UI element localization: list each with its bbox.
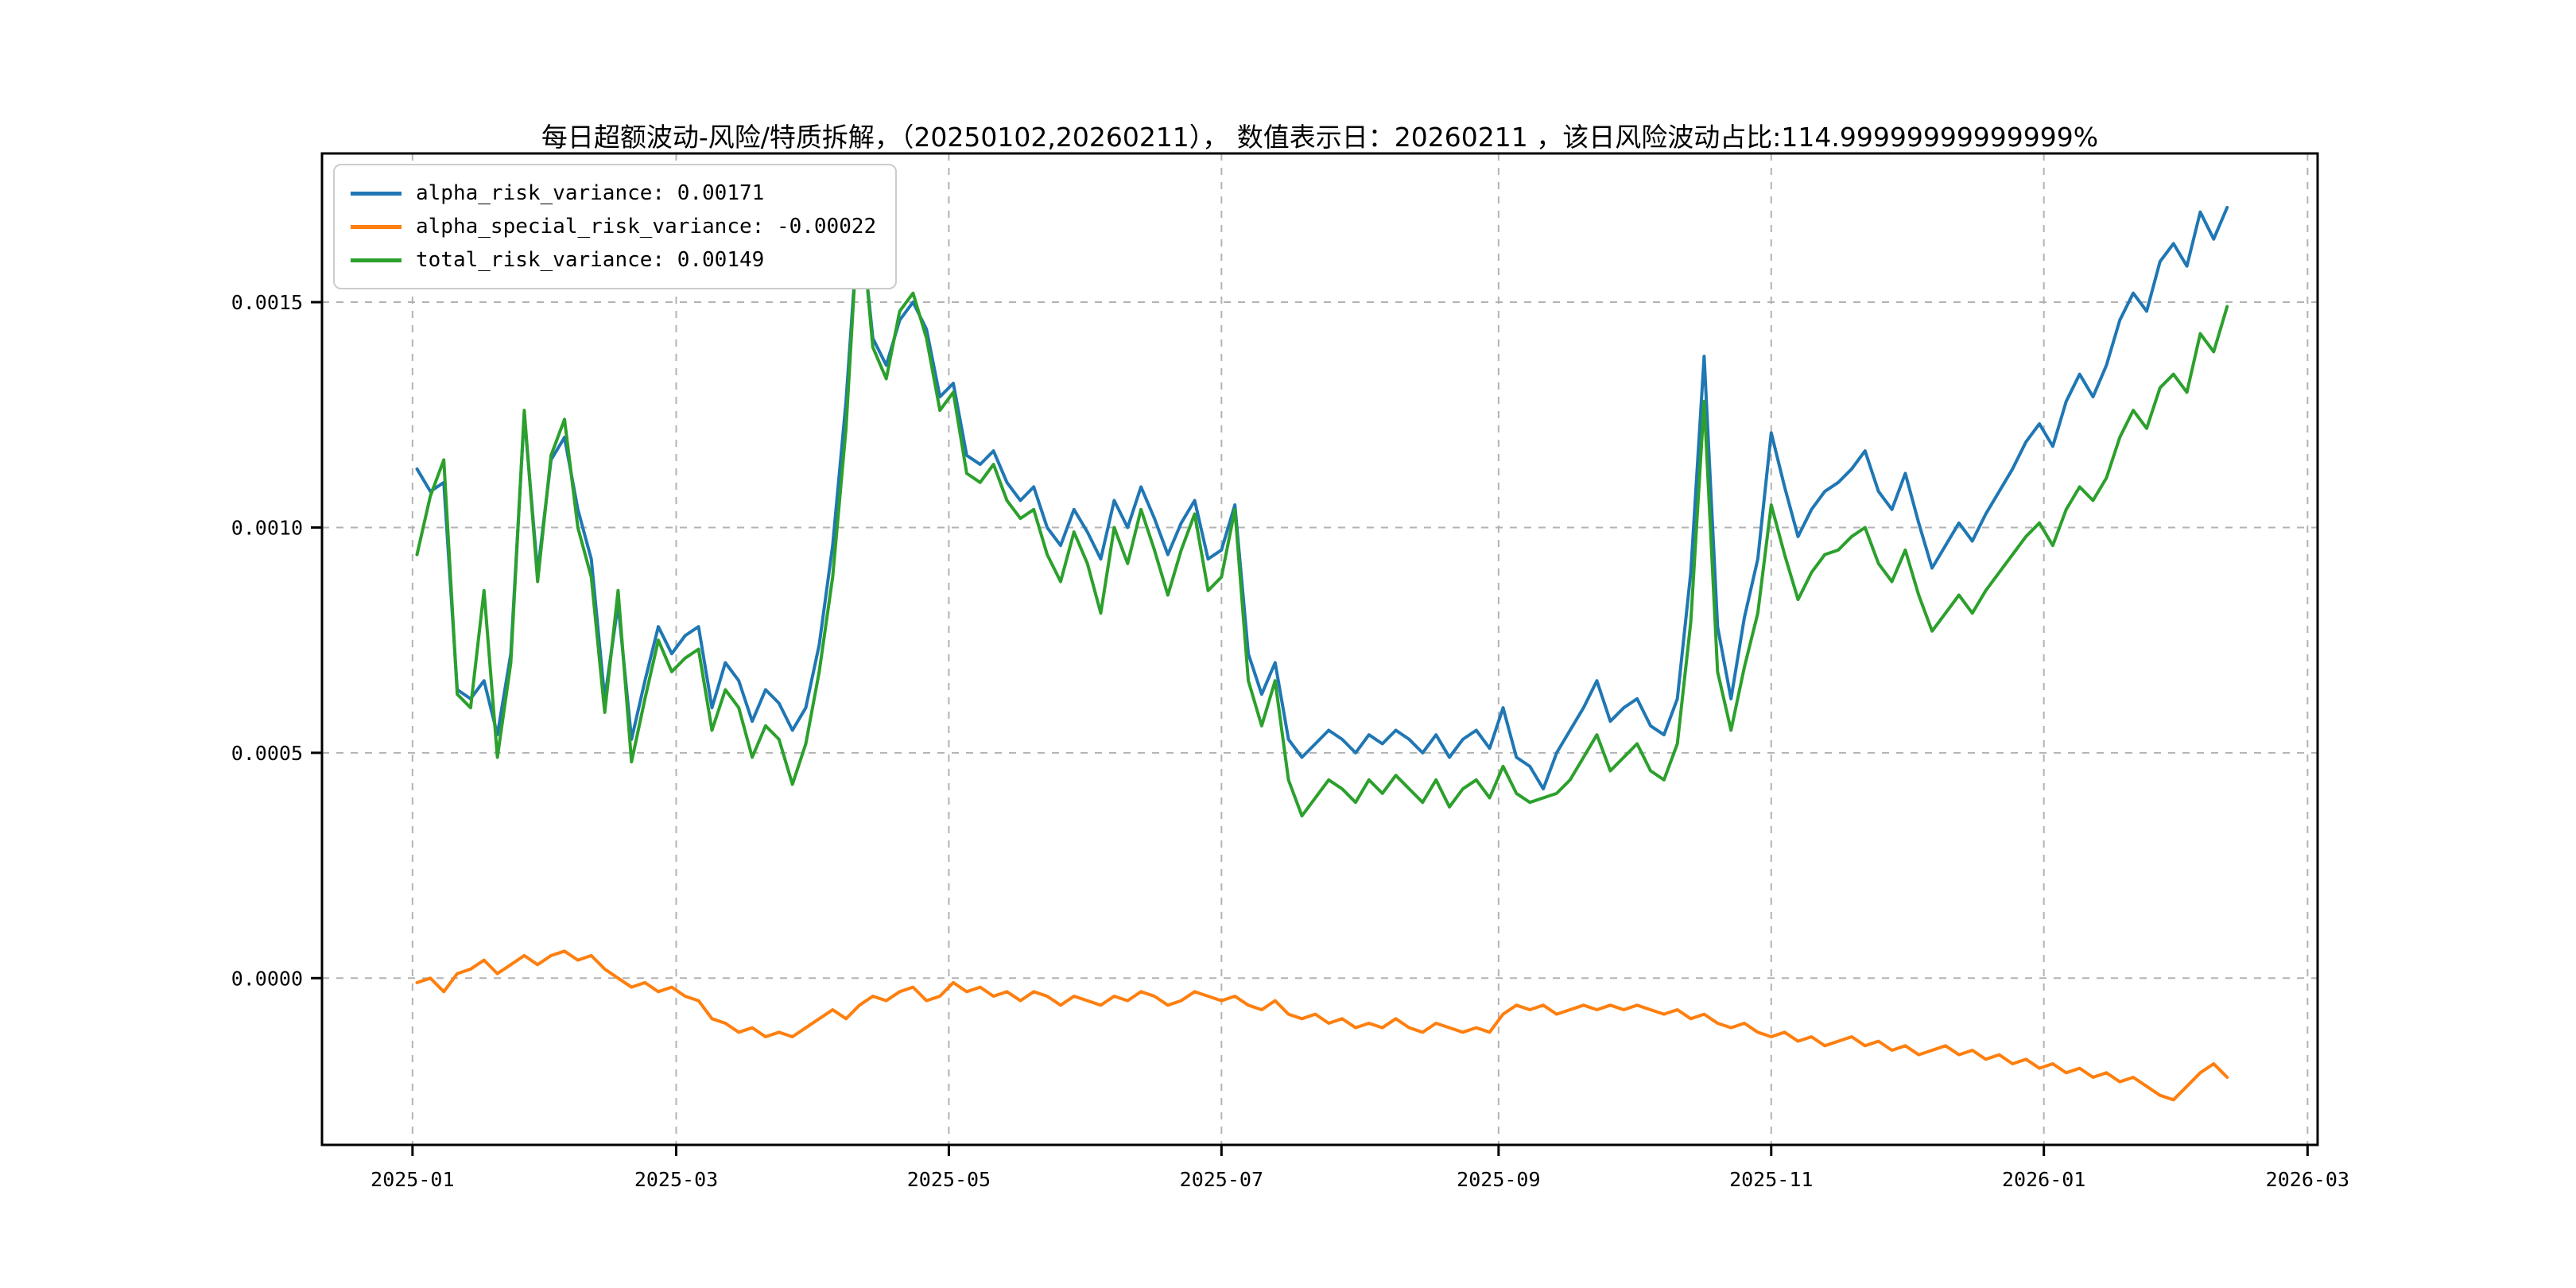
x-axis-tick-label: 2025-01 (370, 1168, 454, 1191)
x-axis-tick-label: 2025-03 (634, 1168, 718, 1191)
legend: alpha_risk_variance: 0.00171 alpha_speci… (333, 164, 897, 289)
y-axis-tick-label: 0.0015 (231, 291, 303, 314)
legend-label: total_risk_variance: 0.00149 (416, 248, 764, 272)
legend-line-swatch-green (351, 258, 402, 262)
chart-title: 每日超额波动-风险/特质拆解，（20250102,20260211）， 数值表示… (322, 116, 2318, 154)
legend-label: alpha_special_risk_variance: -0.00022 (416, 215, 876, 239)
x-axis-tick-label: 2025-11 (1729, 1168, 1813, 1191)
x-axis-tick-label: 2025-09 (1457, 1168, 1540, 1191)
x-axis-tick-label: 2026-03 (2266, 1168, 2349, 1191)
series-line-alpha_special_risk_variance (417, 951, 2228, 1100)
x-axis-tick-label: 2026-01 (2002, 1168, 2085, 1191)
legend-line-swatch-blue (351, 192, 402, 196)
series-line-total_risk_variance (417, 199, 2228, 816)
x-axis-tick-label: 2025-07 (1180, 1168, 1263, 1191)
y-axis-tick-label: 0.0005 (231, 742, 303, 765)
legend-label: alpha_risk_variance: 0.00171 (416, 181, 764, 205)
figure: 2025-01 2025-03 2025-05 2025-07 2025-09 2025-… (0, 0, 2576, 1288)
y-axis-tick-label: 0.0010 (231, 516, 303, 539)
series-line-alpha_risk_variance (417, 208, 2228, 789)
legend-item: total_risk_variance: 0.00149 (351, 243, 876, 277)
legend-item: alpha_risk_variance: 0.00171 (351, 177, 876, 210)
legend-item: alpha_special_risk_variance: -0.00022 (351, 210, 876, 243)
legend-line-swatch-orange (351, 225, 402, 229)
x-axis-tick-label: 2025-05 (907, 1168, 991, 1191)
y-axis-tick-label: 0.0000 (231, 967, 303, 990)
